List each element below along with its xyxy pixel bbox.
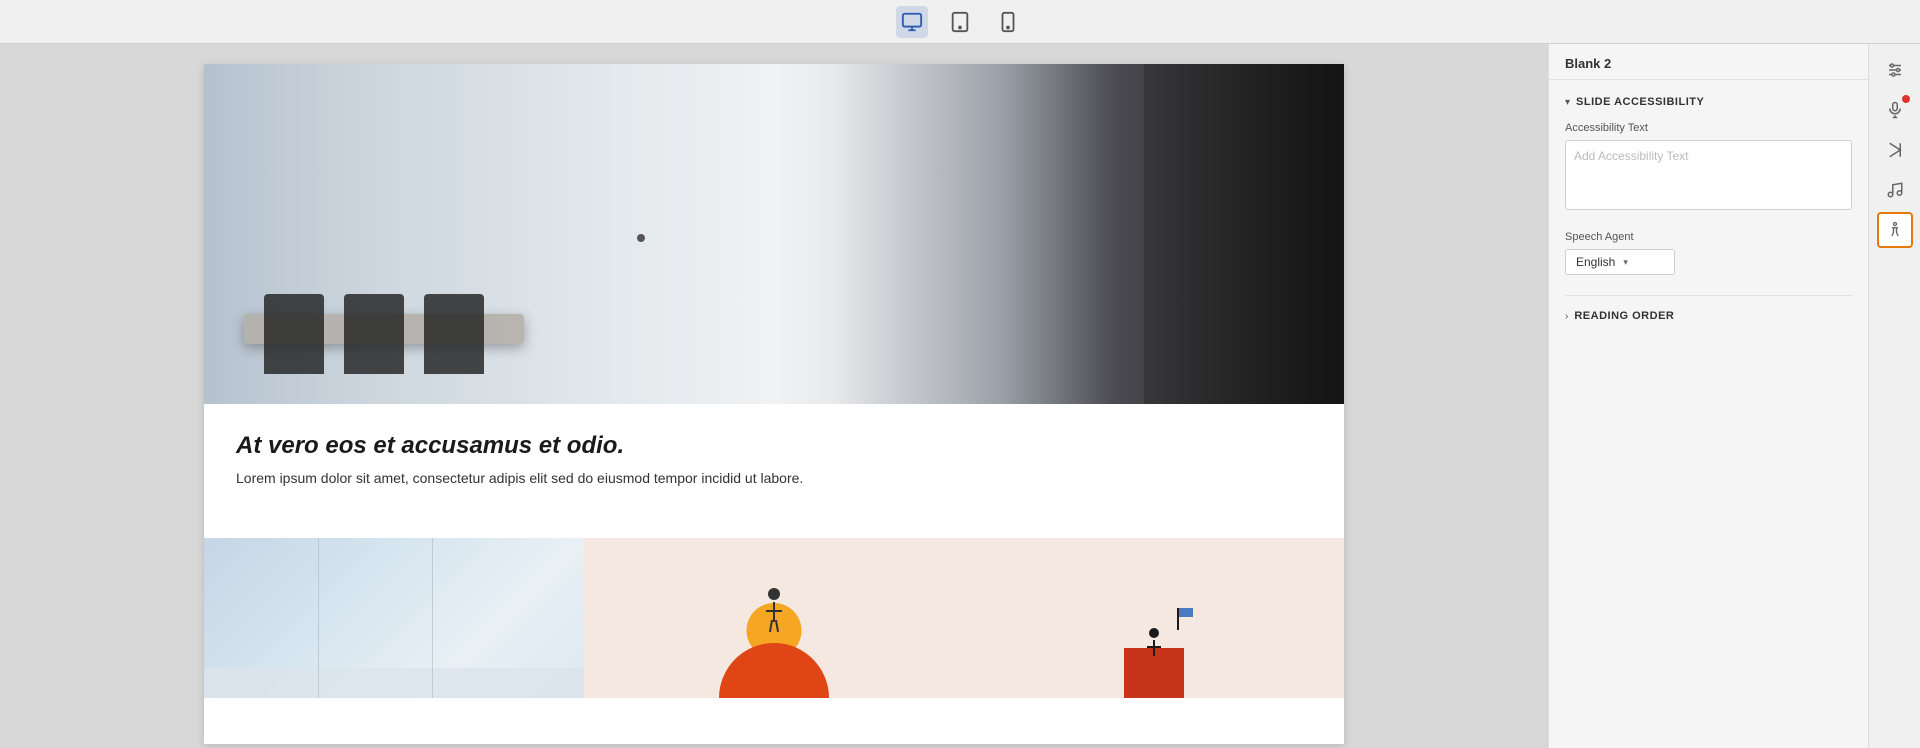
main-area: At vero eos et accusamus et odio. Lorem … (0, 44, 1920, 748)
red-indicator-dot (1902, 95, 1910, 103)
slide-body: Lorem ipsum dolor sit amet, consectetur … (236, 470, 1312, 486)
slide-content: At vero eos et accusamus et odio. Lorem … (204, 404, 1344, 538)
accessibility-icon-button[interactable] (1877, 212, 1913, 248)
audio-icon-button[interactable] (1877, 172, 1913, 208)
accessibility-text-label: Accessibility Text (1565, 122, 1852, 134)
hero-image (204, 64, 1344, 404)
icon-panel (1868, 44, 1920, 748)
chair-2 (344, 294, 404, 374)
bottom-image-1 (204, 538, 584, 698)
transitions-icon-button[interactable] (1877, 132, 1913, 168)
reading-order-heading[interactable]: › READING ORDER (1565, 310, 1852, 322)
mobile-view-button[interactable] (992, 6, 1024, 38)
section-label: SLIDE ACCESSIBILITY (1576, 96, 1704, 108)
sidebar-header: Blank 2 (1549, 44, 1868, 80)
reading-order-label: READING ORDER (1574, 310, 1674, 322)
dark-wall (1144, 64, 1344, 404)
reading-order-section: › READING ORDER (1565, 295, 1852, 322)
slide-container: At vero eos et accusamus et odio. Lorem … (204, 64, 1344, 744)
chevron-down-icon: ▾ (1565, 97, 1570, 108)
slide-title: At vero eos et accusamus et odio. (236, 432, 1312, 460)
sidebar-panel: ▾ SLIDE ACCESSIBILITY Accessibility Text… (1549, 80, 1868, 748)
speech-agent-value: English (1576, 255, 1615, 269)
canvas-area: At vero eos et accusamus et odio. Lorem … (0, 44, 1548, 748)
speech-agent-section: Speech Agent English ▾ (1565, 231, 1852, 275)
sidebar-title: Blank 2 (1565, 56, 1852, 71)
chevron-right-icon: › (1565, 311, 1568, 322)
bottom-image-3 (964, 538, 1344, 698)
chair-1 (264, 294, 324, 374)
speech-agent-label: Speech Agent (1565, 231, 1852, 243)
device-toolbar (0, 0, 1920, 44)
desktop-view-button[interactable] (896, 6, 928, 38)
speech-agent-dropdown[interactable]: English ▾ (1565, 249, 1675, 275)
accessibility-text-input[interactable] (1565, 140, 1852, 210)
chair-3 (424, 294, 484, 374)
settings-icon-button[interactable] (1877, 52, 1913, 88)
accessibility-sidebar: Blank 2 ▾ SLIDE ACCESSIBILITY Accessibil… (1548, 44, 1868, 748)
dropdown-arrow-icon: ▾ (1623, 257, 1628, 268)
slide-accessibility-heading[interactable]: ▾ SLIDE ACCESSIBILITY (1565, 96, 1852, 108)
tablet-view-button[interactable] (944, 6, 976, 38)
bottom-image-2 (584, 538, 964, 698)
bottom-images-row (204, 538, 1344, 698)
record-icon-button[interactable] (1877, 92, 1913, 128)
